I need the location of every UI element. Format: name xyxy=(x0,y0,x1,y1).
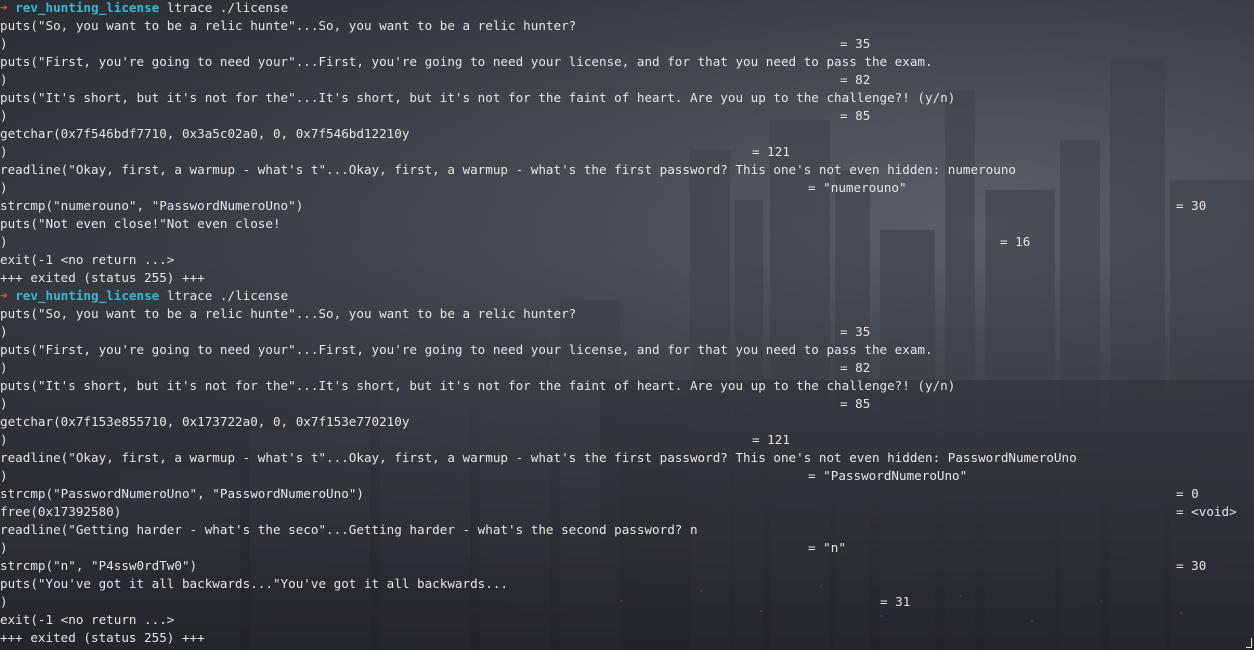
return-value: = "n" xyxy=(808,540,846,555)
return-value: = 85 xyxy=(840,396,871,411)
return-value: = 121 xyxy=(752,432,790,447)
output-text: +++ exited (status 255) +++ xyxy=(0,630,205,645)
output-text: strcmp("numerouno", "PasswordNumeroUno") xyxy=(0,198,304,213)
prompt: ➜ rev_hunting_license ltrace ./license xyxy=(0,0,288,17)
prompt-command: ltrace ./license xyxy=(166,0,289,15)
terminal-output: ➜ rev_hunting_license ltrace ./license pu… xyxy=(0,0,1254,650)
output-text: puts("First, you're going to need your".… xyxy=(0,342,933,357)
output-text: free(0x17392580) xyxy=(0,504,122,519)
output-text: ) xyxy=(0,144,8,159)
output-text: ) xyxy=(0,396,8,411)
return-value: = 35 xyxy=(840,324,871,339)
output-text: ) xyxy=(0,324,8,339)
return-value: = 82 xyxy=(840,360,871,375)
return-value: = 0 xyxy=(1176,486,1199,501)
output-text: ) xyxy=(0,108,8,123)
return-value: = 82 xyxy=(840,72,871,87)
output-text: strcmp("n", "P4ssw0rdTw0") xyxy=(0,558,198,573)
output-text: ) xyxy=(0,360,8,375)
output-text: ) xyxy=(0,72,8,87)
prompt-directory: rev_hunting_license xyxy=(15,0,160,15)
output-text: ) xyxy=(0,180,8,195)
output-text: getchar(0x7f153e855710, 0x173722a0, 0, 0… xyxy=(0,414,410,429)
prompt-directory: rev_hunting_license xyxy=(15,288,160,303)
prompt-command: ltrace ./license xyxy=(166,288,289,303)
return-value: = 30 xyxy=(1176,198,1207,213)
resize-corner-icon xyxy=(1246,638,1252,648)
return-value: = 85 xyxy=(840,108,871,123)
output-text: ) xyxy=(0,594,8,609)
output-text: puts("It's short, but it's not for the".… xyxy=(0,378,956,393)
return-value: = "numerouno" xyxy=(808,180,907,195)
output-text: readline("Getting harder - what's the se… xyxy=(0,522,698,537)
return-value: = "PasswordNumeroUno" xyxy=(808,468,968,483)
output-text: +++ exited (status 255) +++ xyxy=(0,270,205,285)
return-value: = 16 xyxy=(1000,234,1031,249)
return-value: = 31 xyxy=(880,594,911,609)
output-text: ) xyxy=(0,36,8,51)
terminal-window[interactable]: ➜ rev_hunting_license ltrace ./license pu… xyxy=(0,0,1254,650)
output-text: ) xyxy=(0,234,8,249)
output-text: readline("Okay, first, a warmup - what's… xyxy=(0,450,1077,465)
output-text: puts("So, you want to be a relic hunte".… xyxy=(0,306,577,321)
output-text: exit(-1 <no return ...> xyxy=(0,612,175,627)
output-text: ) xyxy=(0,432,8,447)
output-text: puts("Not even close!"Not even close! xyxy=(0,216,281,231)
output-text: exit(-1 <no return ...> xyxy=(0,252,175,267)
output-text: ) xyxy=(0,540,8,555)
return-value: = 35 xyxy=(840,36,871,51)
prompt: ➜ rev_hunting_license ltrace ./license xyxy=(0,287,288,305)
return-value: = <void> xyxy=(1176,504,1237,519)
output-text: ) xyxy=(0,468,8,483)
prompt-arrow-icon: ➜ xyxy=(0,0,8,15)
output-text: puts("So, you want to be a relic hunte".… xyxy=(0,18,577,33)
output-text: puts("First, you're going to need your".… xyxy=(0,54,933,69)
output-text: getchar(0x7f546bdf7710, 0x3a5c02a0, 0, 0… xyxy=(0,126,410,141)
output-text: readline("Okay, first, a warmup - what's… xyxy=(0,162,1016,177)
prompt-arrow-icon: ➜ xyxy=(0,288,8,303)
output-text: puts("You've got it all backwards..."You… xyxy=(0,576,508,591)
output-text: strcmp("PasswordNumeroUno", "PasswordNum… xyxy=(0,486,364,501)
return-value: = 121 xyxy=(752,144,790,159)
output-text: puts("It's short, but it's not for the".… xyxy=(0,90,956,105)
return-value: = 30 xyxy=(1176,558,1207,573)
